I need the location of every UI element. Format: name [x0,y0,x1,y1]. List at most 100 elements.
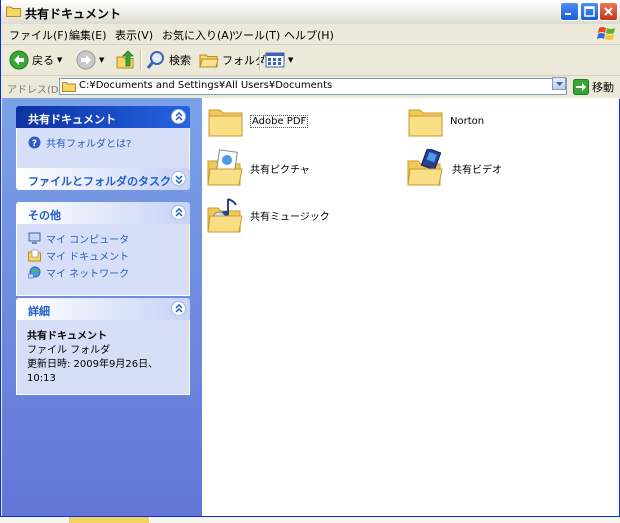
panel-title: ファイルとフォルダのタスク [28,175,171,188]
folder-icon [62,82,76,92]
address-value: C:¥Documents and Settings¥All Users¥Docu… [79,80,333,91]
taskbar-button[interactable] [69,517,149,523]
address-input[interactable]: C:¥Documents and Settings¥All Users¥Docu… [59,78,567,95]
panel-details-header[interactable]: 詳細 [16,298,190,320]
folder-icon [6,6,21,17]
windows-logo-icon [597,27,615,40]
maximize-button[interactable] [580,2,599,21]
folder-icon [208,109,243,137]
go-button[interactable]: 移動 [573,79,614,95]
address-label: アドレス(D) [7,85,63,96]
explorer-window: 共有ドキュメント ファイル(F) 編集(E) 表示(V) お気に入り(A) ツー… [0,0,620,517]
folder-name: 共有ピクチャ [250,164,310,176]
task-pane: 共有ドキュメント ? 共有フォルダとは? ファイルとフォルダのタスク その他 マ… [2,98,202,516]
title-bar[interactable]: 共有ドキュメント [1,0,620,25]
help-icon: ? [27,136,41,150]
forward-arrow-icon [76,50,96,70]
place-my-network[interactable]: マイ ネットワーク [27,264,179,281]
collapse-chevron-icon[interactable] [171,109,186,124]
views-icon [265,52,285,68]
menu-help[interactable]: ヘルプ(H) [284,27,334,43]
back-button[interactable]: 戻る ▼ [9,49,62,71]
place-label: マイ ドキュメント [46,252,130,263]
back-arrow-icon [9,50,29,70]
panel-other-places-body: マイ コンピュータ マイ ドキュメント マイ ネットワーク [16,224,190,296]
back-dropdown-icon[interactable]: ▼ [57,56,62,64]
folder-item-shared-pictures[interactable]: 共有ピクチャ [206,148,310,188]
address-bar: アドレス(D) C:¥Documents and Settings¥All Us… [1,76,620,99]
svg-text:?: ? [31,139,36,149]
panel-title: 共有ドキュメント [28,113,116,126]
window-title: 共有ドキュメント [25,7,122,21]
toolbar: 戻る ▼ ▼ 検索 フォルダ ▼ [1,45,620,76]
folder-name: 共有ミュージック [250,211,330,223]
views-button[interactable]: ▼ [265,49,293,71]
place-my-computer[interactable]: マイ コンピュータ [27,230,179,247]
panel-shared-documents: 共有ドキュメント ? 共有フォルダとは? [16,106,190,172]
forward-dropdown-icon[interactable]: ▼ [99,56,104,64]
chevron-down-icon [556,82,563,86]
minimize-icon [565,13,571,15]
my-network-icon [27,266,41,280]
forward-button[interactable]: ▼ [76,49,104,71]
toolbar-separator [140,49,142,71]
maximize-icon [584,6,595,17]
panel-other-places-header[interactable]: その他 [16,202,190,224]
folder-item-shared-video[interactable]: 共有ビデオ [406,148,502,188]
shared-music-folder-icon [207,198,243,233]
shared-pictures-folder-icon [207,149,243,186]
folders-icon [199,54,219,68]
go-label: 移動 [592,81,614,94]
folder-name: Adobe PDF [250,114,309,128]
menu-file[interactable]: ファイル(F) [9,27,68,43]
task-what-is-shared-folder[interactable]: ? 共有フォルダとは? [27,134,179,151]
my-documents-icon [27,249,41,263]
panel-file-folder-tasks-header[interactable]: ファイルとフォルダのタスク [16,168,190,190]
panel-details-body: 共有ドキュメント ファイル フォルダ 更新日時: 2009年9月26日、10:1… [16,320,190,395]
place-label: マイ コンピュータ [46,235,130,246]
expand-chevron-icon[interactable] [171,171,186,186]
taskbar-strip [0,517,620,523]
folders-button[interactable]: フォルダ [199,49,266,71]
menu-edit[interactable]: 編集(E) [69,27,107,43]
search-icon [146,51,164,69]
task-label: 共有フォルダとは? [46,139,132,150]
menu-tools[interactable]: ツール(T) [232,27,280,43]
panel-details: 詳細 共有ドキュメント ファイル フォルダ 更新日時: 2009年9月26日、1… [16,298,190,395]
views-dropdown-icon[interactable]: ▼ [288,56,293,64]
close-icon [604,7,613,16]
panel-shared-documents-header[interactable]: 共有ドキュメント [16,106,190,128]
up-folder-icon [116,50,134,69]
search-button[interactable]: 検索 [146,49,191,71]
collapse-chevron-icon[interactable] [171,205,186,220]
up-folder-button[interactable] [116,49,136,71]
folder-name: 共有ビデオ [452,164,502,176]
address-dropdown-button[interactable] [552,77,566,90]
collapse-chevron-icon[interactable] [171,301,186,316]
details-name: 共有ドキュメント [27,331,107,342]
details-type: ファイル フォルダ [27,345,111,356]
folder-item-shared-music[interactable]: 共有ミュージック [206,195,330,235]
my-computer-icon [27,232,41,246]
toolbar-separator [259,49,261,71]
folder-icon [408,109,443,137]
menu-favorites[interactable]: お気に入り(A) [162,27,233,43]
search-label: 検索 [169,54,191,67]
panel-title: その他 [28,209,61,222]
place-my-documents[interactable]: マイ ドキュメント [27,247,179,264]
folder-item-adobe-pdf[interactable]: Adobe PDF [208,101,309,141]
panel-other-places: その他 マイ コンピュータ マイ ドキュメント マイ ネットワーク [16,202,190,296]
menu-bar: ファイル(F) 編集(E) 表示(V) お気に入り(A) ツール(T) ヘルプ(… [1,24,620,45]
close-button[interactable] [599,2,618,21]
panel-file-folder-tasks: ファイルとフォルダのタスク [16,168,190,190]
folder-item-norton[interactable]: Norton [408,101,484,141]
folder-content-area[interactable]: Adobe PDF Norton 共有ピクチャ 共有ビデオ 共有ミュージック [202,98,619,516]
folder-name: Norton [450,115,485,127]
details-modified: 更新日時: 2009年9月26日、10:13 [27,359,159,384]
back-label: 戻る [32,54,54,67]
place-label: マイ ネットワーク [46,269,130,280]
minimize-button[interactable] [560,2,579,21]
panel-title: 詳細 [28,305,50,318]
menu-view[interactable]: 表示(V) [115,27,153,43]
shared-video-folder-icon [407,149,443,186]
